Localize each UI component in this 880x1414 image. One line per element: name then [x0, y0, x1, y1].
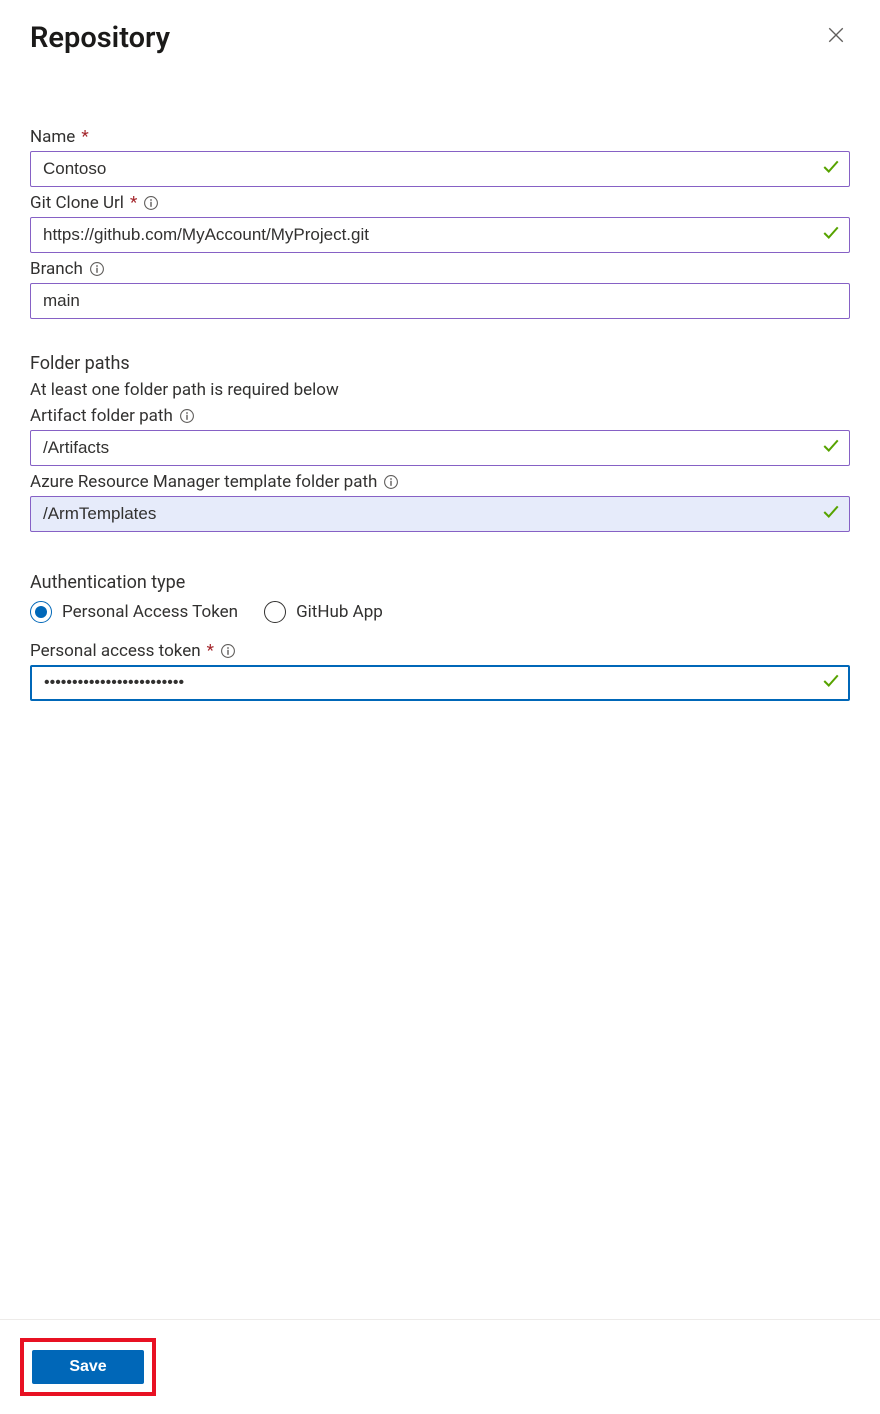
radio-label: Personal Access Token — [62, 602, 238, 622]
arm-template-folder-label: Azure Resource Manager template folder p… — [30, 472, 377, 492]
save-highlight-box: Save — [20, 1338, 156, 1396]
page-title: Repository — [30, 21, 170, 55]
name-label: Name — [30, 127, 75, 147]
branch-label: Branch — [30, 259, 83, 279]
auth-type-title: Authentication type — [30, 572, 850, 593]
radio-personal-access-token[interactable]: Personal Access Token — [30, 601, 238, 623]
folder-paths-helper: At least one folder path is required bel… — [30, 380, 850, 404]
check-icon — [822, 503, 840, 525]
branch-input[interactable] — [30, 283, 850, 319]
info-icon[interactable] — [143, 195, 159, 211]
check-icon — [822, 672, 840, 694]
required-indicator: * — [130, 193, 137, 213]
footer: Save — [0, 1319, 880, 1414]
check-icon — [822, 158, 840, 180]
pat-input[interactable] — [30, 665, 850, 701]
info-icon[interactable] — [89, 261, 105, 277]
folder-paths-title: Folder paths — [30, 323, 850, 380]
close-button[interactable] — [822, 21, 850, 49]
close-icon — [827, 26, 845, 44]
git-clone-url-label: Git Clone Url — [30, 193, 124, 213]
check-icon — [822, 224, 840, 246]
check-icon — [822, 437, 840, 459]
save-button[interactable]: Save — [32, 1350, 144, 1384]
auth-type-radio-group: Personal Access Token GitHub App — [30, 593, 850, 639]
git-clone-url-input[interactable] — [30, 217, 850, 253]
arm-template-folder-input[interactable] — [30, 496, 850, 532]
radio-icon — [264, 601, 286, 623]
radio-label: GitHub App — [296, 602, 383, 622]
pat-label: Personal access token — [30, 641, 201, 661]
info-icon[interactable] — [383, 474, 399, 490]
required-indicator: * — [81, 127, 88, 147]
radio-icon — [30, 601, 52, 623]
artifact-folder-input[interactable] — [30, 430, 850, 466]
required-indicator: * — [207, 641, 214, 661]
info-icon[interactable] — [179, 408, 195, 424]
info-icon[interactable] — [220, 643, 236, 659]
name-input[interactable] — [30, 151, 850, 187]
artifact-folder-label: Artifact folder path — [30, 406, 173, 426]
radio-github-app[interactable]: GitHub App — [264, 601, 383, 623]
